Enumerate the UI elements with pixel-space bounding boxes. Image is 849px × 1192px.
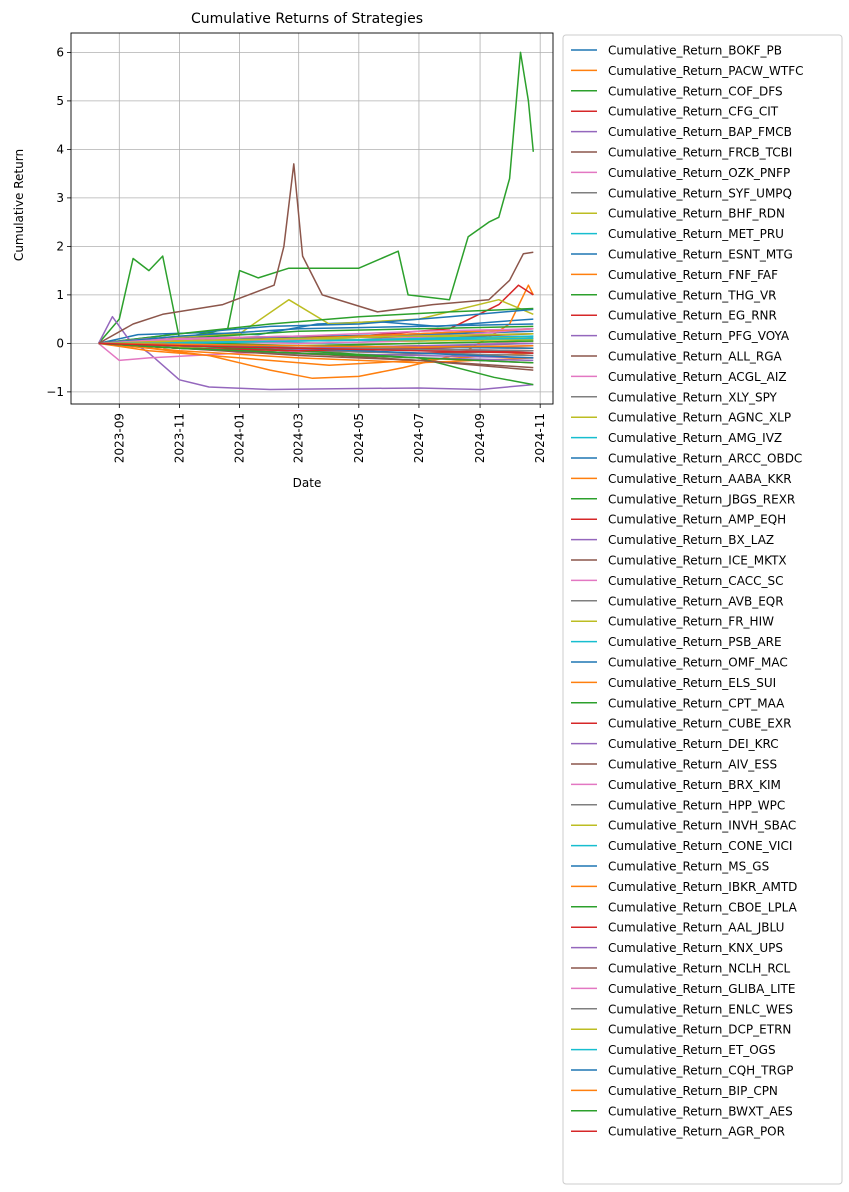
x-axis-label: Date	[293, 476, 322, 490]
legend-label: Cumulative_Return_AGR_POR	[608, 1125, 785, 1139]
legend-label: Cumulative_Return_AABA_KKR	[608, 472, 792, 486]
legend-label: Cumulative_Return_IBKR_AMTD	[608, 880, 797, 894]
legend-label: Cumulative_Return_BHF_RDN	[608, 207, 785, 221]
legend-label: Cumulative_Return_AMG_IVZ	[608, 431, 782, 445]
legend-label: Cumulative_Return_BOKF_PB	[608, 44, 782, 58]
legend-label: Cumulative_Return_ESNT_MTG	[608, 248, 793, 262]
legend-label: Cumulative_Return_BIP_CPN	[608, 1084, 778, 1098]
legend-label: Cumulative_Return_MS_GS	[608, 860, 769, 874]
legend-label: Cumulative_Return_PSB_ARE	[608, 635, 782, 649]
legend-label: Cumulative_Return_ICE_MKTX	[608, 554, 787, 568]
legend-label: Cumulative_Return_BRX_KIM	[608, 778, 781, 792]
x-tick-label: 2024-09	[473, 413, 487, 463]
legend-label: Cumulative_Return_PFG_VOYA	[608, 329, 790, 343]
legend-label: Cumulative_Return_HPP_WPC	[608, 798, 785, 812]
x-tick-label: 2024-07	[412, 413, 426, 463]
legend-label: Cumulative_Return_XLY_SPY	[608, 390, 778, 404]
legend-label: Cumulative_Return_ELS_SUI	[608, 676, 776, 690]
x-tick-label: 2023-09	[112, 413, 126, 463]
x-tick-label: 2024-05	[352, 413, 366, 463]
legend-label: Cumulative_Return_INVH_SBAC	[608, 819, 796, 833]
legend-label: Cumulative_Return_EG_RNR	[608, 309, 777, 323]
legend-label: Cumulative_Return_KNX_UPS	[608, 941, 783, 955]
legend-label: Cumulative_Return_CPT_MAA	[608, 696, 785, 710]
legend-label: Cumulative_Return_AIV_ESS	[608, 758, 777, 772]
legend-label: Cumulative_Return_AMP_EQH	[608, 513, 786, 527]
series-lines	[97, 51, 535, 391]
legend-label: Cumulative_Return_ACGL_AIZ	[608, 370, 787, 384]
legend-label: Cumulative_Return_ET_OGS	[608, 1043, 776, 1057]
legend: Cumulative_Return_BOKF_PB Cumulative_Retu…	[562, 34, 843, 1185]
legend-label: Cumulative_Return_GLIBA_LITE	[608, 982, 795, 996]
legend-label: Cumulative_Return_FR_HIW	[608, 615, 774, 629]
x-tick-label: 2023-11	[172, 413, 186, 463]
legend-label: Cumulative_Return_THG_VR	[608, 288, 777, 302]
y-tick-label: 5	[56, 94, 64, 108]
legend-label: Cumulative_Return_MET_PRU	[608, 227, 784, 241]
legend-label: Cumulative_Return_COF_DFS	[608, 84, 783, 98]
legend-label: Cumulative_Return_CQH_TRGP	[608, 1064, 793, 1078]
y-tick-label: 6	[56, 45, 64, 59]
y-tick-label: 3	[56, 191, 64, 205]
legend-label: Cumulative_Return_BAP_FMCB	[608, 125, 792, 139]
y-tick-label: −1	[46, 385, 64, 399]
legend-label: Cumulative_Return_FNF_FAF	[608, 268, 778, 282]
legend-label: Cumulative_Return_PACW_WTFC	[608, 64, 804, 78]
y-tick-label: 1	[56, 288, 64, 302]
legend-label: Cumulative_Return_BX_LAZ	[608, 533, 774, 547]
legend-label: Cumulative_Return_CONE_VICI	[608, 839, 792, 853]
y-axis-label: Cumulative Return	[12, 149, 26, 261]
legend-label: Cumulative_Return_AVB_EQR	[608, 594, 784, 608]
legend-label: Cumulative_Return_SYF_UMPQ	[608, 186, 792, 200]
legend-label: Cumulative_Return_DEI_KRC	[608, 737, 779, 751]
chart-title: Cumulative Returns of Strategies	[191, 11, 423, 27]
legend-label: Cumulative_Return_JBGS_REXR	[608, 492, 795, 506]
axis-ticks: 2023-09 2023-11 2024-01 2024-03 2024-05 2024-…	[46, 45, 547, 463]
x-tick-label: 2024-03	[292, 413, 306, 463]
legend-label: Cumulative_Return_ENLC_WES	[608, 1002, 793, 1016]
legend-label: Cumulative_Return_ALL_RGA	[608, 350, 783, 364]
legend-label: Cumulative_Return_ARCC_OBDC	[608, 452, 802, 466]
legend-label: Cumulative_Return_CUBE_EXR	[608, 717, 791, 731]
y-tick-label: 4	[56, 142, 64, 156]
legend-label: Cumulative_Return_AGNC_XLP	[608, 411, 791, 425]
x-tick-label: 2024-11	[533, 413, 547, 463]
legend-label: Cumulative_Return_FRCB_TCBI	[608, 146, 792, 160]
legend-label: Cumulative_Return_CBOE_LPLA	[608, 900, 798, 914]
legend-label: Cumulative_Return_BWXT_AES	[608, 1104, 793, 1118]
legend-label: Cumulative_Return_CFG_CIT	[608, 105, 779, 119]
y-tick-label: 2	[56, 239, 64, 253]
legend-label: Cumulative_Return_OZK_PNFP	[608, 166, 790, 180]
cumulative-returns-chart: Cumulative Returns of Strategies 2023-09…	[12, 11, 843, 1185]
legend-label: Cumulative_Return_NCLH_RCL	[608, 962, 790, 976]
x-tick-label: 2024-01	[233, 413, 247, 463]
y-tick-label: 0	[56, 336, 64, 350]
legend-label: Cumulative_Return_DCP_ETRN	[608, 1023, 791, 1037]
legend-label: Cumulative_Return_AAL_JBLU	[608, 921, 784, 935]
legend-label: Cumulative_Return_OMF_MAC	[608, 656, 788, 670]
legend-label: Cumulative_Return_CACC_SC	[608, 574, 783, 588]
